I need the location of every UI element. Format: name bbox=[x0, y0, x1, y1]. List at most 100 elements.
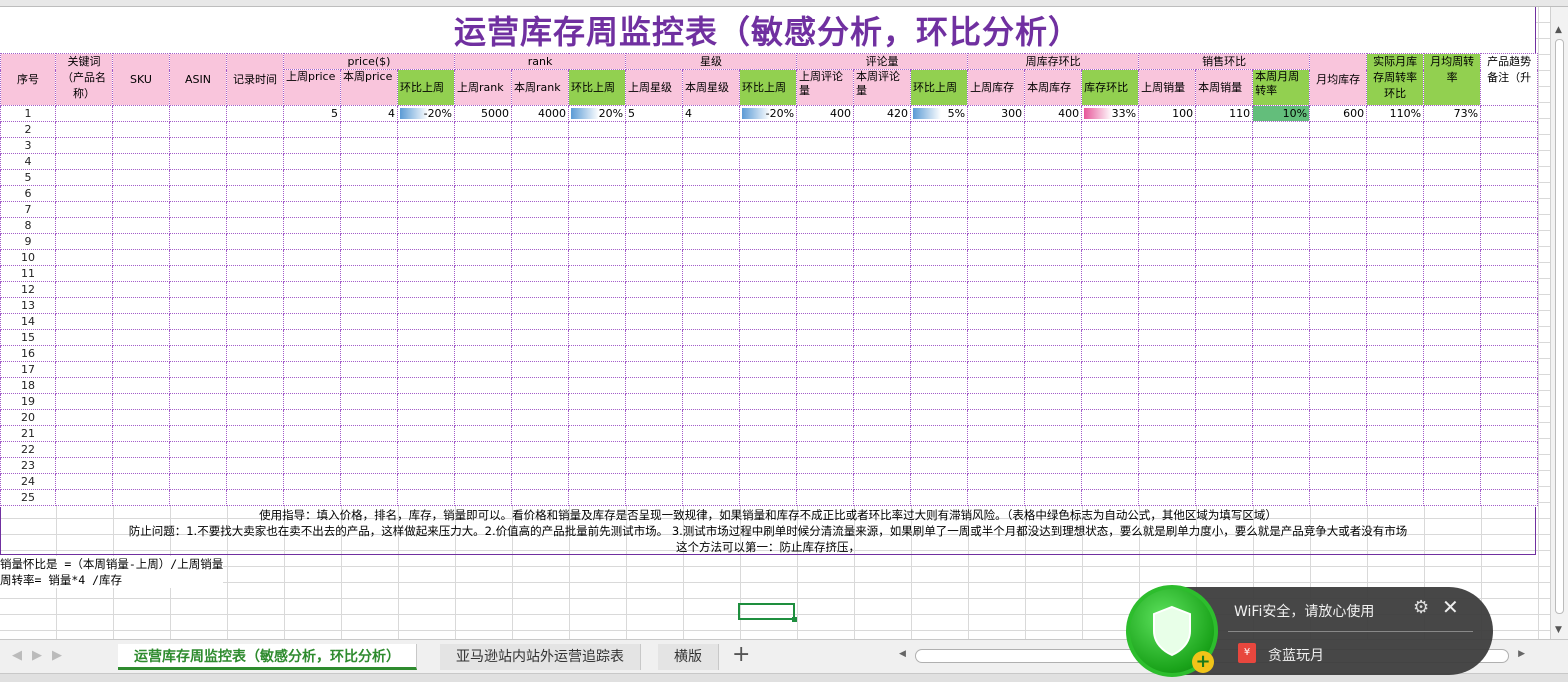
cell[interactable] bbox=[169, 377, 227, 394]
header-keyword[interactable]: 关键词（产品名称） bbox=[55, 53, 113, 106]
cell[interactable] bbox=[112, 473, 170, 490]
header-avg-turn[interactable]: 月均周转率 bbox=[1423, 53, 1482, 106]
cell[interactable] bbox=[1480, 217, 1539, 234]
cell[interactable] bbox=[1138, 313, 1197, 330]
cell[interactable] bbox=[1309, 281, 1368, 298]
cell[interactable] bbox=[967, 297, 1026, 314]
cell[interactable] bbox=[625, 425, 684, 442]
cell[interactable] bbox=[1423, 137, 1482, 154]
cell[interactable] bbox=[682, 329, 741, 346]
cell-last-star[interactable]: 5 bbox=[625, 105, 684, 122]
cell[interactable] bbox=[169, 233, 227, 250]
cell[interactable] bbox=[396, 361, 456, 378]
cell[interactable] bbox=[454, 393, 513, 410]
cell[interactable] bbox=[910, 425, 969, 442]
cell[interactable] bbox=[396, 121, 456, 138]
cell[interactable] bbox=[967, 121, 1026, 138]
cell[interactable] bbox=[1138, 489, 1197, 506]
cell[interactable] bbox=[1195, 473, 1254, 490]
cell-month-turn[interactable]: 10% bbox=[1252, 105, 1311, 122]
header-last-sales[interactable]: 上周销量 bbox=[1138, 69, 1197, 106]
cell[interactable] bbox=[682, 377, 741, 394]
cell[interactable] bbox=[55, 473, 113, 490]
cell[interactable] bbox=[396, 425, 456, 442]
cell[interactable] bbox=[625, 265, 684, 282]
cell-last-sales[interactable]: 100 bbox=[1138, 105, 1197, 122]
cell[interactable] bbox=[283, 265, 341, 282]
cell[interactable] bbox=[1024, 425, 1083, 442]
cell[interactable] bbox=[853, 489, 912, 506]
cell[interactable] bbox=[1423, 473, 1482, 490]
cell[interactable] bbox=[511, 201, 570, 218]
cell[interactable] bbox=[396, 281, 456, 298]
cell[interactable] bbox=[796, 393, 855, 410]
cell[interactable] bbox=[1024, 489, 1083, 506]
cell[interactable] bbox=[1081, 281, 1140, 298]
cell[interactable] bbox=[1480, 361, 1539, 378]
cell[interactable] bbox=[1024, 281, 1083, 298]
cell[interactable] bbox=[283, 393, 341, 410]
cell[interactable] bbox=[283, 425, 341, 442]
cell[interactable] bbox=[1309, 249, 1368, 266]
cell[interactable] bbox=[1309, 473, 1368, 490]
cell[interactable] bbox=[682, 137, 741, 154]
cell[interactable] bbox=[1138, 329, 1197, 346]
cell[interactable] bbox=[1423, 425, 1482, 442]
cell[interactable] bbox=[1480, 377, 1539, 394]
cell-this-sales[interactable]: 110 bbox=[1195, 105, 1254, 122]
cell[interactable] bbox=[682, 153, 741, 170]
cell[interactable] bbox=[112, 329, 170, 346]
cell[interactable] bbox=[1024, 473, 1083, 490]
cell[interactable] bbox=[1480, 137, 1539, 154]
cell[interactable] bbox=[340, 201, 398, 218]
cell[interactable] bbox=[169, 217, 227, 234]
cell-rank-ratio[interactable]: 20% bbox=[568, 105, 627, 122]
cell[interactable] bbox=[910, 217, 969, 234]
cell[interactable] bbox=[568, 489, 627, 506]
cell[interactable] bbox=[1480, 441, 1539, 458]
cell[interactable] bbox=[625, 409, 684, 426]
cell[interactable] bbox=[853, 169, 912, 186]
cell[interactable] bbox=[112, 297, 170, 314]
cell[interactable] bbox=[283, 329, 341, 346]
cell[interactable] bbox=[1480, 265, 1539, 282]
cell[interactable] bbox=[1195, 201, 1254, 218]
cell[interactable] bbox=[1309, 265, 1368, 282]
cell[interactable] bbox=[796, 153, 855, 170]
header-month-turn[interactable]: 本周月周转率 bbox=[1252, 69, 1311, 106]
cell[interactable] bbox=[396, 489, 456, 506]
cell[interactable] bbox=[169, 345, 227, 362]
cell[interactable] bbox=[169, 297, 227, 314]
cell[interactable] bbox=[1423, 249, 1482, 266]
cell[interactable] bbox=[112, 281, 170, 298]
cell[interactable] bbox=[112, 249, 170, 266]
cell-last-price[interactable]: 5 bbox=[283, 105, 341, 122]
cell-price-ratio[interactable]: -20% bbox=[396, 105, 456, 122]
cell[interactable] bbox=[739, 425, 798, 442]
row-number[interactable]: 8 bbox=[0, 217, 56, 234]
spreadsheet-area[interactable]: 运营库存周监控表（敏感分析，环比分析） 序号 关键词（产品名称） SKU ASI… bbox=[0, 7, 1550, 639]
cell[interactable] bbox=[853, 425, 912, 442]
cell[interactable] bbox=[1195, 265, 1254, 282]
cell[interactable] bbox=[511, 409, 570, 426]
cell[interactable] bbox=[1252, 409, 1311, 426]
cell[interactable] bbox=[853, 233, 912, 250]
cell[interactable] bbox=[568, 345, 627, 362]
header-actual-turn[interactable]: 实际月库存周转率环比 bbox=[1366, 53, 1425, 106]
cell[interactable] bbox=[396, 393, 456, 410]
cell[interactable] bbox=[1252, 185, 1311, 202]
cell[interactable] bbox=[1195, 281, 1254, 298]
cell[interactable] bbox=[1138, 441, 1197, 458]
cell[interactable] bbox=[112, 425, 170, 442]
cell[interactable] bbox=[454, 441, 513, 458]
cell[interactable] bbox=[739, 473, 798, 490]
cell[interactable] bbox=[1195, 329, 1254, 346]
cell[interactable] bbox=[396, 297, 456, 314]
cell[interactable] bbox=[967, 409, 1026, 426]
cell[interactable] bbox=[55, 345, 113, 362]
cell[interactable] bbox=[1081, 297, 1140, 314]
cell[interactable] bbox=[1081, 393, 1140, 410]
cell[interactable] bbox=[967, 137, 1026, 154]
close-icon[interactable]: ✕ bbox=[1442, 595, 1459, 619]
cell[interactable] bbox=[1366, 185, 1425, 202]
